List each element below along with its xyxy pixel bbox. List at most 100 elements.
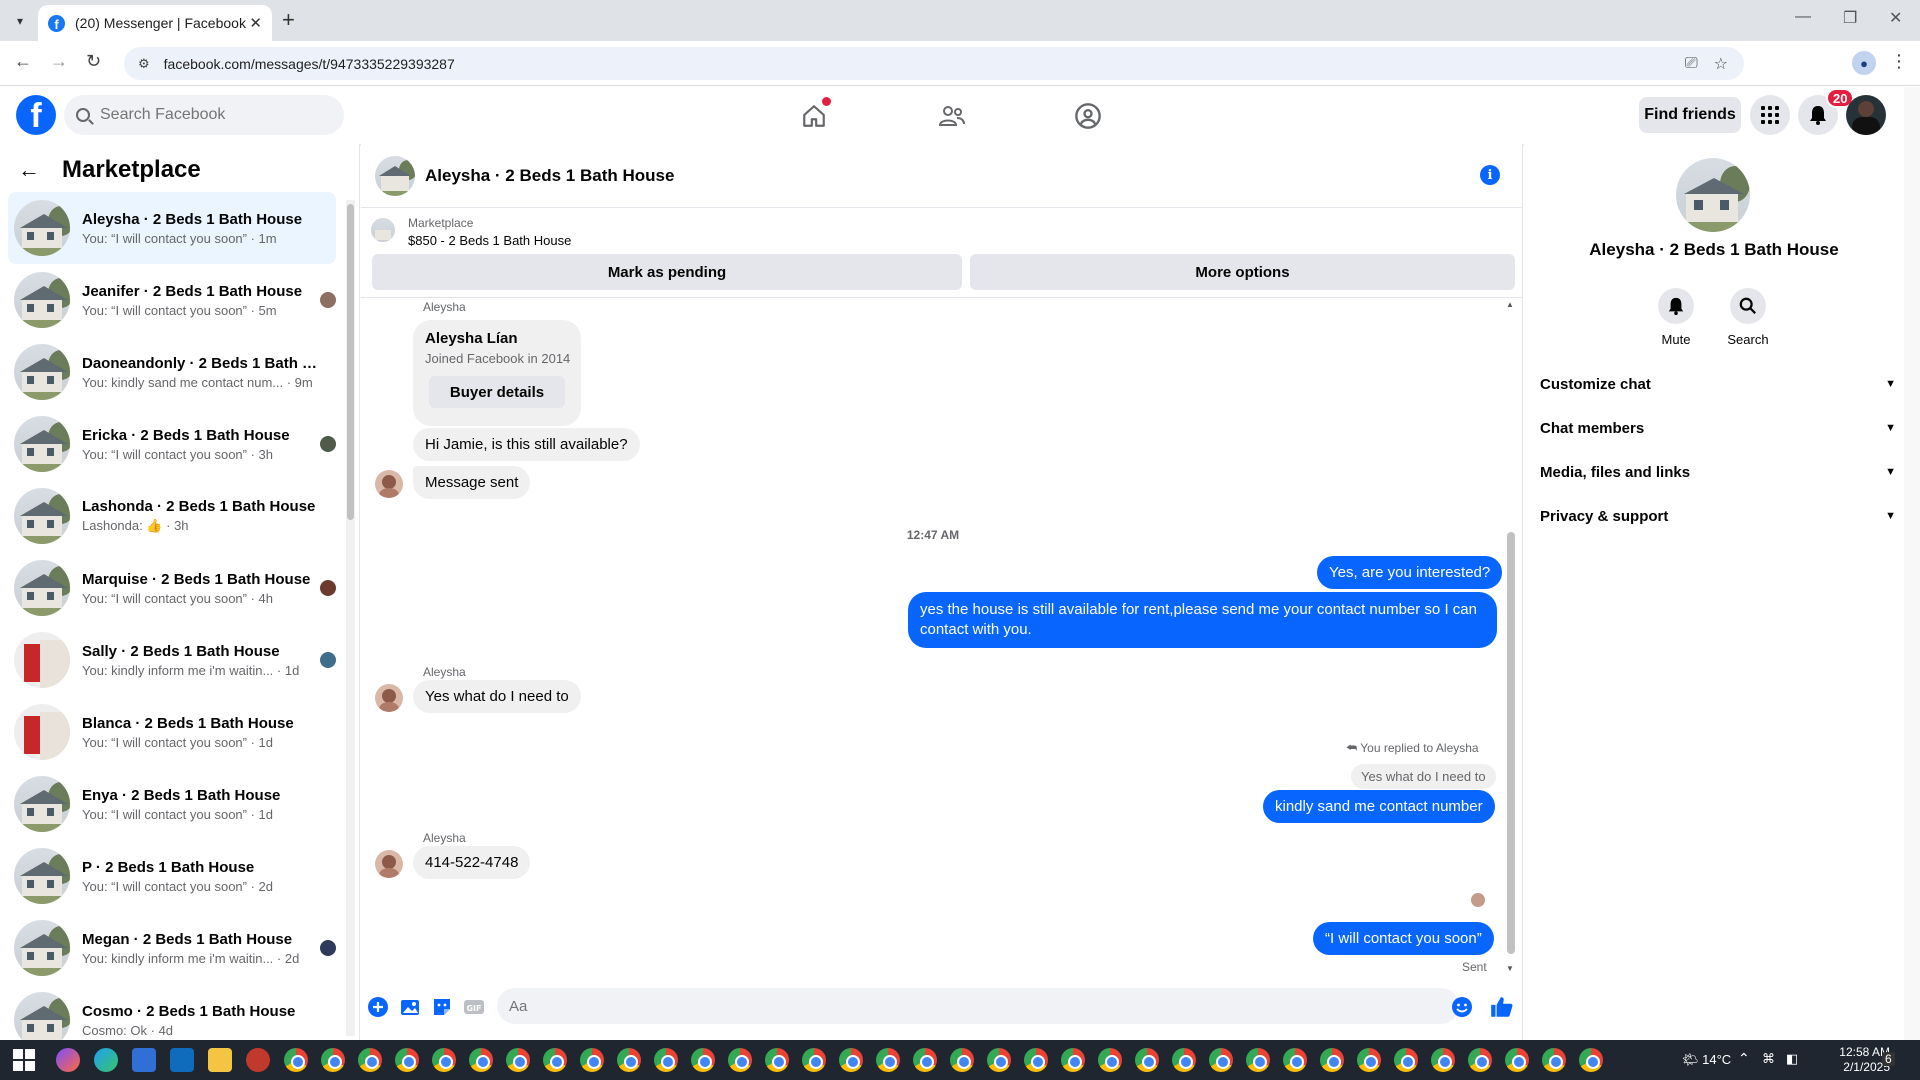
reply-quote[interactable]: Yes what do I need to — [1351, 764, 1496, 789]
conversation-item[interactable]: Megan · 2 Beds 1 Bath House You: kindly i… — [8, 912, 336, 984]
outlook-icon[interactable] — [170, 1048, 194, 1072]
conversation-item[interactable]: Ericka · 2 Beds 1 Bath House You: “I will… — [8, 408, 336, 480]
copilot-icon[interactable] — [56, 1048, 80, 1072]
chrome-taskbar-icon[interactable] — [506, 1048, 530, 1072]
volume-icon[interactable]: ◧ — [1786, 1051, 1798, 1067]
conversation-item[interactable]: Sally · 2 Beds 1 Bath House You: kindly i… — [8, 624, 336, 696]
privacy-support-row[interactable]: Privacy & support ▼ — [1540, 498, 1896, 534]
chrome-taskbar-icon[interactable] — [1505, 1048, 1529, 1072]
edge-browser-icon[interactable] — [94, 1048, 118, 1072]
incoming-message[interactable]: Yes what do I need to — [413, 680, 581, 713]
facebook-logo-icon[interactable]: f — [16, 95, 56, 135]
chat-members-row[interactable]: Chat members ▼ — [1540, 410, 1896, 446]
chrome-taskbar-icon[interactable] — [1098, 1048, 1122, 1072]
sender-avatar[interactable] — [375, 470, 403, 498]
conversation-item[interactable]: P · 2 Beds 1 Bath House You: “I will cont… — [8, 840, 336, 912]
mark-as-pending-button[interactable]: Mark as pending — [372, 254, 962, 290]
find-friends-button[interactable]: Find friends — [1639, 97, 1741, 133]
forward-arrow-icon[interactable]: → — [50, 51, 68, 72]
chrome-taskbar-icon[interactable] — [1172, 1048, 1196, 1072]
reload-icon[interactable]: ↻ — [86, 51, 101, 72]
friends-icon[interactable] — [937, 101, 967, 131]
system-clock[interactable]: 12:58 AM 2/1/2025 — [1826, 1045, 1890, 1075]
account-avatar[interactable] — [1846, 95, 1886, 135]
back-arrow-icon[interactable]: ← — [14, 51, 32, 72]
chrome-taskbar-icon[interactable] — [469, 1048, 493, 1072]
outgoing-message[interactable]: yes the house is still available for ren… — [908, 592, 1497, 648]
chrome-taskbar-icon[interactable] — [1283, 1048, 1307, 1072]
chrome-taskbar-icon[interactable] — [1542, 1048, 1566, 1072]
chrome-taskbar-icon[interactable] — [1024, 1048, 1048, 1072]
chrome-taskbar-icon[interactable] — [913, 1048, 937, 1072]
details-thumbnail[interactable] — [1676, 158, 1750, 232]
plus-actions-icon[interactable] — [367, 996, 389, 1018]
chrome-taskbar-icon[interactable] — [765, 1048, 789, 1072]
sidebar-scrollbar[interactable] — [346, 200, 355, 1036]
search-icon[interactable] — [1730, 288, 1766, 324]
chrome-taskbar-icon[interactable] — [432, 1048, 456, 1072]
chrome-taskbar-icon[interactable] — [950, 1048, 974, 1072]
tab-close-icon[interactable]: ✕ — [249, 14, 262, 32]
bookmark-star-icon[interactable]: ☆ — [1714, 54, 1728, 74]
chrome-taskbar-icon[interactable] — [358, 1048, 382, 1072]
back-arrow-icon[interactable]: ← — [18, 157, 40, 183]
conversation-thumbnail[interactable] — [375, 155, 415, 196]
chrome-taskbar-icon[interactable] — [580, 1048, 604, 1072]
conversation-item[interactable]: Blanca · 2 Beds 1 Bath House You: “I will… — [8, 696, 336, 768]
sticker-icon[interactable] — [431, 996, 453, 1018]
buyer-details-button[interactable]: Buyer details — [429, 376, 565, 408]
incoming-message[interactable]: 414-522-4748 — [413, 846, 531, 879]
gif-icon[interactable]: GIF — [463, 996, 485, 1018]
install-app-icon[interactable]: ⎚ — [1685, 55, 1698, 73]
message-scrollbar[interactable]: ▲ ▼ — [1505, 300, 1517, 976]
omnibox[interactable]: ⚙ facebook.com/messages/t/94733352293932… — [124, 47, 1744, 80]
chrome-taskbar-icon[interactable] — [654, 1048, 678, 1072]
page-scrollbar[interactable] — [1904, 87, 1920, 1040]
emoji-icon[interactable] — [1451, 996, 1473, 1018]
customize-chat-row[interactable]: Customize chat ▼ — [1540, 366, 1896, 402]
like-thumb-icon[interactable] — [1489, 994, 1515, 1020]
conversation-item[interactable]: Marquise · 2 Beds 1 Bath House You: “I wi… — [8, 552, 336, 624]
more-options-button[interactable]: More options — [970, 254, 1515, 290]
facebook-search-input[interactable] — [100, 106, 320, 124]
chrome-taskbar-icon[interactable] — [1357, 1048, 1381, 1072]
conversation-title[interactable]: Aleysha · 2 Beds 1 Bath House — [425, 166, 674, 186]
chrome-taskbar-icon[interactable] — [1246, 1048, 1270, 1072]
system-tray-chevron-icon[interactable]: ⌃ — [1738, 1050, 1750, 1067]
chrome-taskbar-icon[interactable] — [987, 1048, 1011, 1072]
chrome-taskbar-icon[interactable] — [1579, 1048, 1603, 1072]
home-icon[interactable] — [799, 97, 831, 131]
close-window-icon[interactable]: ✕ — [1889, 8, 1902, 28]
menu-grid-icon[interactable] — [1750, 95, 1790, 135]
file-explorer-icon[interactable] — [208, 1048, 232, 1072]
chrome-taskbar-icon[interactable] — [284, 1048, 308, 1072]
chrome-taskbar-icon[interactable] — [876, 1048, 900, 1072]
new-tab-icon[interactable]: + — [282, 8, 295, 32]
conversation-item[interactable]: Daoneandonly · 2 Beds 1 Bath H... You: ki… — [8, 336, 336, 408]
chrome-taskbar-icon[interactable] — [1209, 1048, 1233, 1072]
outgoing-message[interactable]: kindly sand me contact number — [1263, 790, 1495, 823]
mute-action[interactable]: Mute — [1646, 288, 1706, 347]
restore-icon[interactable]: ❐ — [1843, 8, 1857, 28]
media-files-links-row[interactable]: Media, files and links ▼ — [1540, 454, 1896, 490]
minimize-icon[interactable]: — — [1795, 8, 1811, 26]
conversation-item[interactable]: Aleysha · 2 Beds 1 Bath House You: “I wil… — [8, 192, 336, 264]
chrome-taskbar-icon[interactable] — [1468, 1048, 1492, 1072]
store-icon[interactable] — [132, 1048, 156, 1072]
chrome-taskbar-icon[interactable] — [395, 1048, 419, 1072]
chrome-taskbar-icon[interactable] — [1431, 1048, 1455, 1072]
listing-thumbnail[interactable] — [371, 218, 395, 242]
sender-avatar[interactable] — [375, 850, 403, 878]
groups-icon[interactable] — [1073, 101, 1103, 131]
sender-avatar[interactable] — [375, 684, 403, 712]
browser-menu-icon[interactable]: ⋮ — [1890, 51, 1908, 72]
network-icon[interactable]: ⌘ — [1762, 1051, 1775, 1067]
conversation-item[interactable]: Jeanifer · 2 Beds 1 Bath House You: “I wi… — [8, 264, 336, 336]
message-input[interactable] — [509, 997, 1389, 1015]
notification-center-badge[interactable]: 6 — [1882, 1052, 1895, 1066]
outgoing-message[interactable]: Yes, are you interested? — [1317, 556, 1503, 589]
windows-start-icon[interactable] — [12, 1048, 36, 1072]
chrome-taskbar-icon[interactable] — [1061, 1048, 1085, 1072]
outgoing-message[interactable]: “I will contact you soon” — [1313, 922, 1494, 955]
chrome-taskbar-icon[interactable] — [728, 1048, 752, 1072]
